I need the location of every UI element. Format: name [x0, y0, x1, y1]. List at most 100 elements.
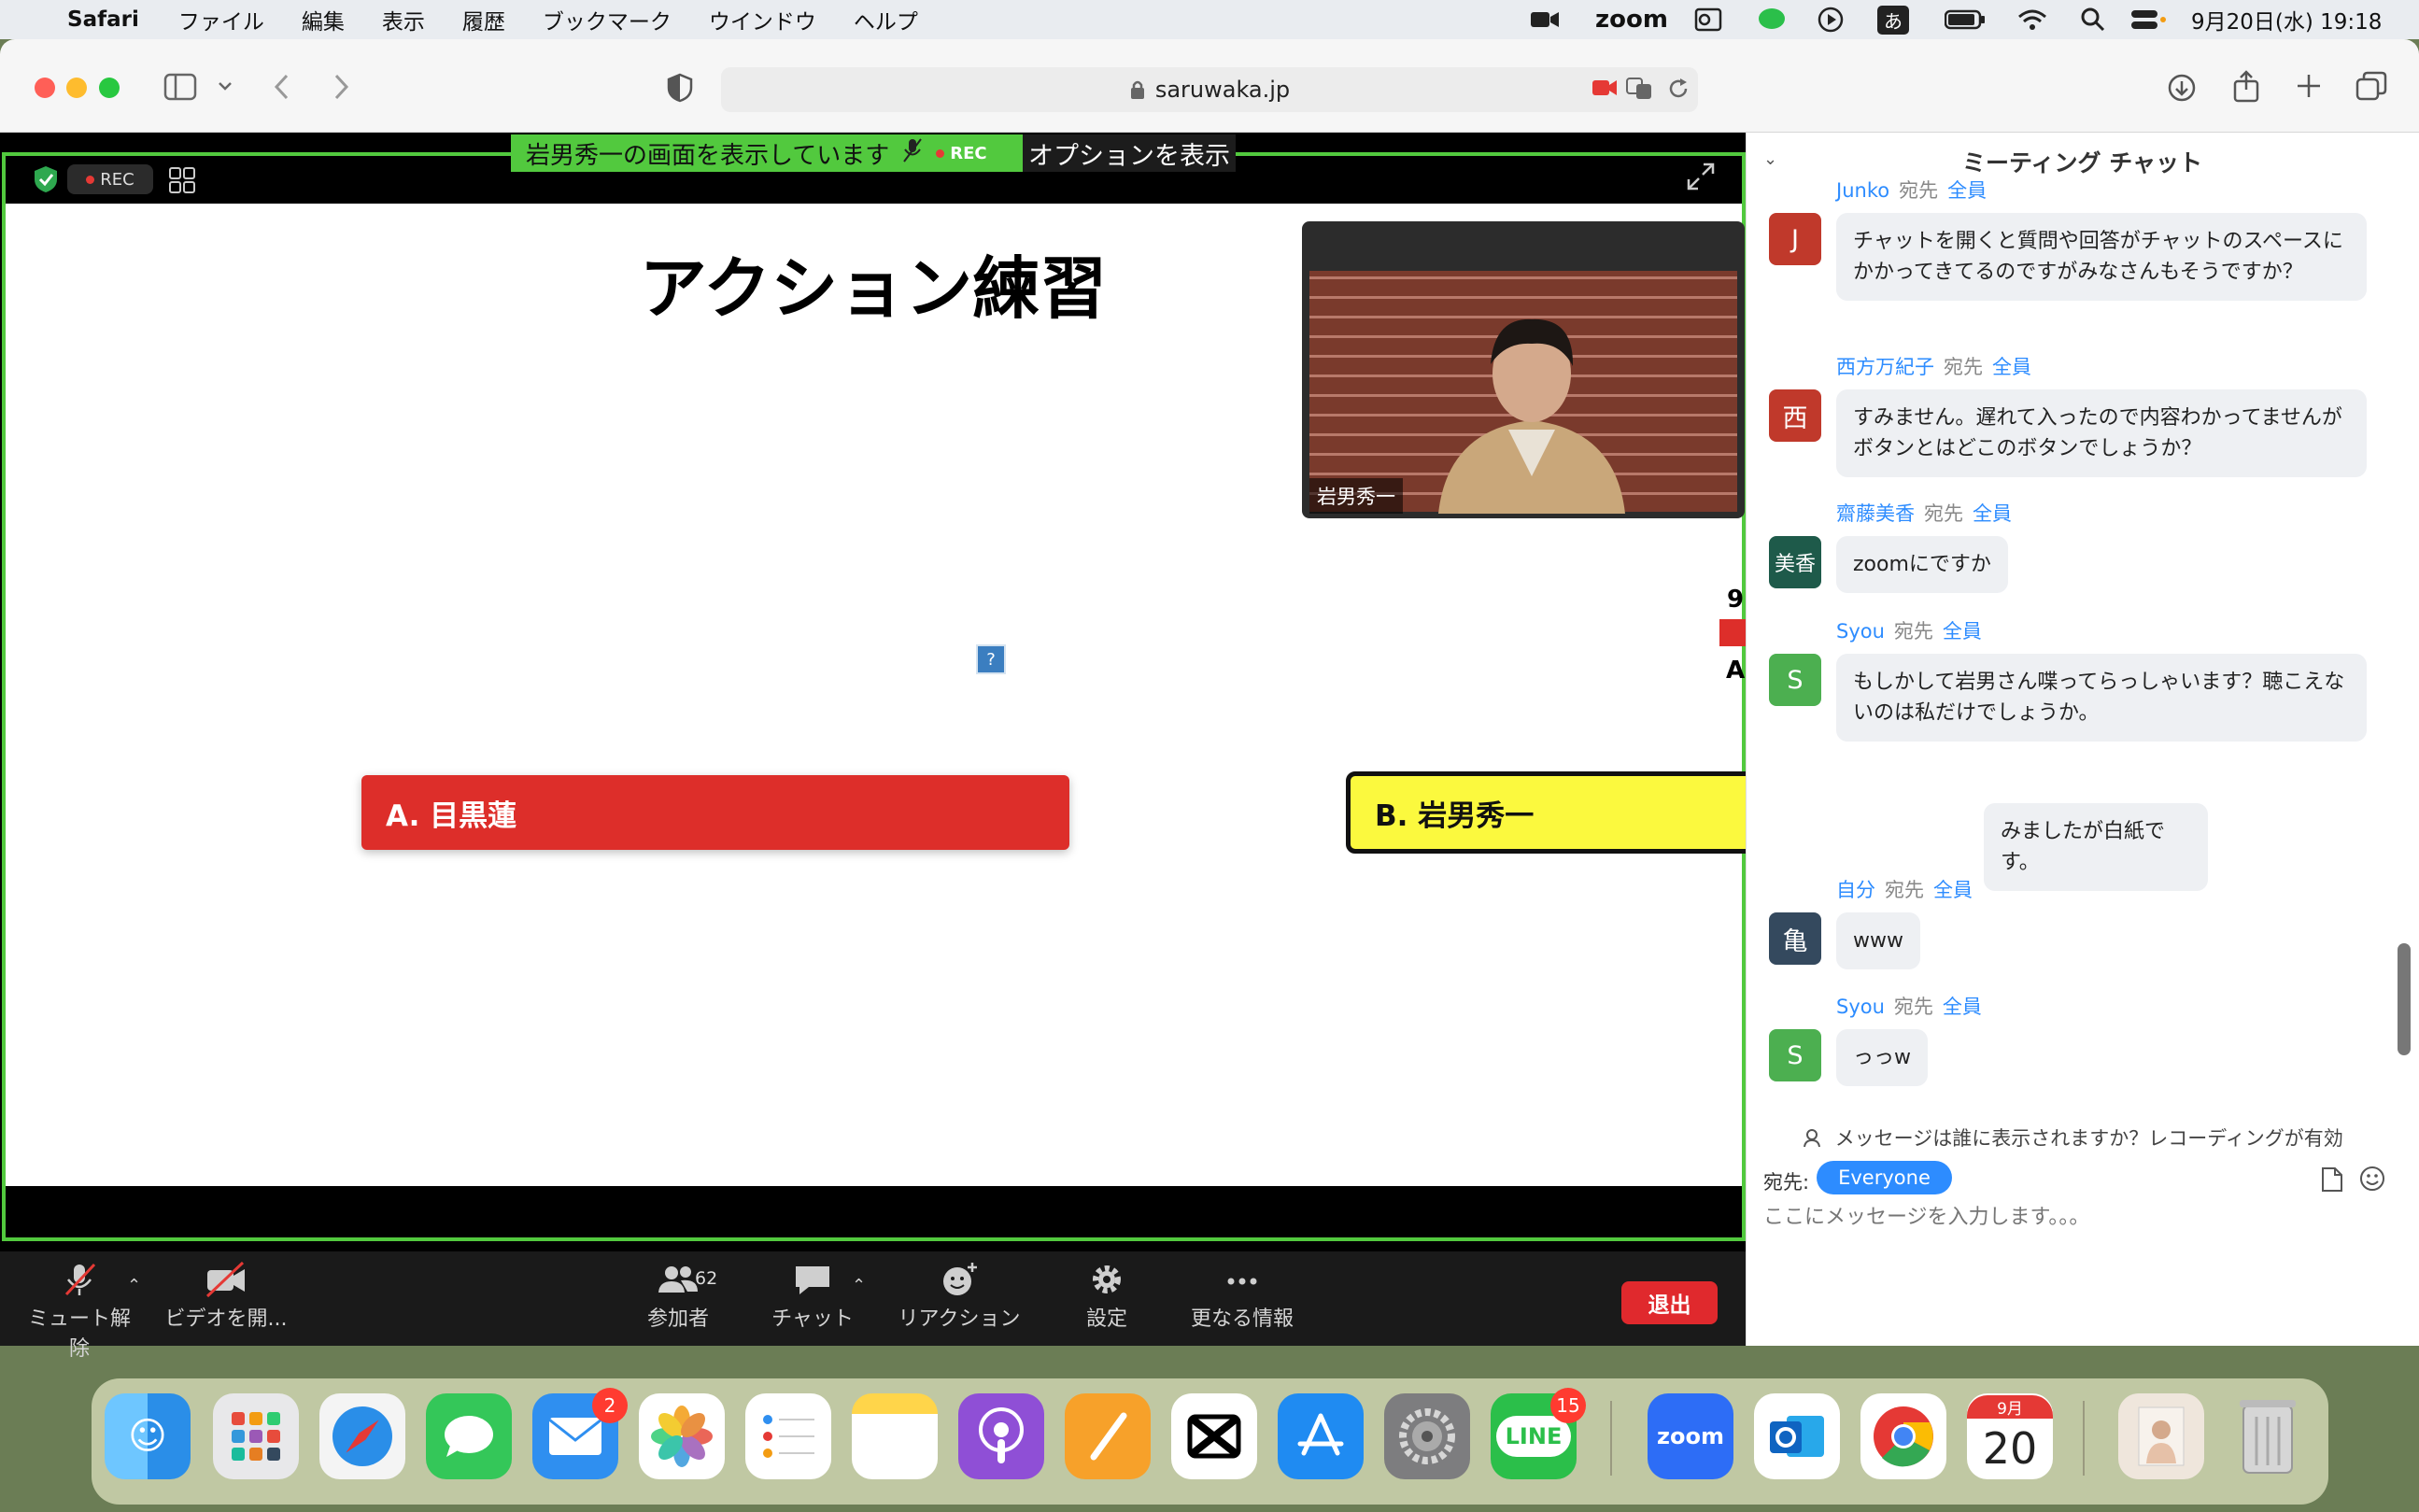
chat-sender-name[interactable]: 自分	[1836, 879, 1875, 901]
notes-icon[interactable]	[852, 1393, 938, 1479]
chat-bubble[interactable]: zoomにですか	[1836, 536, 2008, 593]
chat-sender[interactable]: Syou 宛先 全員	[1836, 992, 1982, 1020]
avatar[interactable]: S	[1769, 1029, 1821, 1081]
chat-sender[interactable]: 齋藤美香 宛先 全員	[1836, 499, 2012, 527]
menu-bookmarks[interactable]: ブックマーク	[543, 4, 672, 35]
clock[interactable]: 9月20日(水) 19:18	[2191, 0, 2382, 39]
minimize-window-button[interactable]	[66, 78, 87, 98]
chat-recipient-everyone[interactable]: 全員	[1943, 620, 1982, 643]
recording-indicator[interactable]: REC	[67, 164, 153, 194]
camera-status-icon[interactable]	[1530, 0, 1560, 39]
chat-sender-name[interactable]: Junko	[1836, 179, 1889, 202]
battery-icon[interactable]	[1945, 0, 1986, 39]
chat-recipient-everyone[interactable]: 全員	[1943, 996, 1982, 1018]
avatar[interactable]: 美香	[1769, 536, 1821, 588]
safari-icon[interactable]	[319, 1393, 405, 1479]
chat-options-chevron-icon[interactable]: ⌃	[852, 1276, 866, 1295]
forward-icon[interactable]	[330, 73, 352, 105]
chat-sender-name[interactable]: Syou	[1836, 996, 1885, 1018]
chat-bubble[interactable]: っっw	[1836, 1029, 1928, 1086]
menu-app-name[interactable]: Safari	[67, 7, 139, 32]
avatar[interactable]: 西	[1769, 389, 1821, 442]
start-video-button[interactable]: ビデオを開...	[161, 1261, 291, 1332]
address-bar[interactable]: saruwaka.jp	[721, 67, 1698, 112]
chat-recipient-everyone[interactable]: 全員	[1947, 179, 1987, 202]
new-tab-icon[interactable]	[2296, 73, 2322, 103]
avatar[interactable]: J	[1769, 213, 1821, 265]
view-options-button[interactable]: オプションを表示	[1023, 134, 1236, 172]
messages-icon[interactable]	[426, 1393, 512, 1479]
zoom-menu-icon[interactable]: zoom	[1595, 0, 1668, 39]
fullscreen-icon[interactable]	[1685, 161, 1717, 196]
chat-bubble[interactable]: チャットを開くと質問や回答がチャットのスペースにかかってきてるのですがみなさんも…	[1836, 213, 2367, 301]
trash-icon[interactable]	[2225, 1393, 2311, 1479]
app-store-icon[interactable]	[1278, 1393, 1364, 1479]
outlook-icon[interactable]	[1754, 1393, 1840, 1479]
translate-icon[interactable]	[1625, 77, 1653, 105]
reminders-icon[interactable]	[745, 1393, 831, 1479]
chat-recipient-everyone[interactable]: 全員	[1992, 356, 2031, 378]
chat-sender[interactable]: Junko 宛先 全員	[1836, 176, 1987, 204]
settings-button[interactable]: 設定	[1074, 1261, 1139, 1332]
stacked-image-icon[interactable]	[2118, 1393, 2204, 1479]
tab-group-chevron-icon[interactable]	[217, 78, 233, 97]
emoji-icon[interactable]	[2359, 1166, 2385, 1195]
menu-history[interactable]: 履歴	[462, 4, 505, 35]
chat-sender-name[interactable]: 齋藤美香	[1836, 502, 1915, 525]
file-attach-icon[interactable]	[2320, 1166, 2344, 1197]
share-icon[interactable]	[2232, 69, 2260, 106]
menu-edit[interactable]: 編集	[302, 4, 345, 35]
chat-message-input[interactable]	[1763, 1198, 2370, 1236]
spotlight-search-icon[interactable]	[2081, 0, 2105, 39]
control-center-icon[interactable]	[2129, 0, 2167, 39]
chat-sender[interactable]: 西方万紀子 宛先 全員	[1836, 352, 2031, 380]
reactions-button[interactable]: リアクション	[889, 1261, 1029, 1332]
more-button[interactable]: 更なる情報	[1186, 1261, 1298, 1332]
menu-file[interactable]: ファイル	[178, 4, 264, 35]
chat-bubble[interactable]: すみません。遅れて入ったので内容わかってませんがボタンとはどこのボタンでしょうか…	[1836, 389, 2367, 477]
leave-meeting-button[interactable]: 退出	[1621, 1281, 1718, 1324]
reload-icon[interactable]	[1666, 77, 1690, 105]
chat-recipient-everyone[interactable]: 全員	[1933, 879, 1973, 901]
avatar[interactable]: 亀	[1769, 912, 1821, 965]
menu-view[interactable]: 表示	[382, 4, 425, 35]
pages-icon[interactable]	[1065, 1393, 1151, 1479]
chat-bubble[interactable]: www	[1836, 912, 1920, 969]
audio-options-chevron-icon[interactable]: ⌃	[127, 1276, 141, 1295]
chat-bubble[interactable]: もしかして岩男さん喋ってらっしゃいます？聴こえないのは私だけでしょうか。	[1836, 654, 2367, 742]
chat-sender-name[interactable]: Syou	[1836, 620, 1885, 643]
play-menu-icon[interactable]	[1818, 0, 1844, 39]
finder-icon[interactable]: ☺	[105, 1393, 191, 1479]
launchpad-icon[interactable]	[213, 1393, 299, 1479]
outlook-menu-icon[interactable]	[1694, 0, 1722, 39]
unmute-button[interactable]: ミュート解除	[19, 1261, 140, 1362]
system-settings-icon[interactable]	[1384, 1393, 1470, 1479]
podcasts-icon[interactable]	[958, 1393, 1044, 1479]
sidebar-toggle-icon[interactable]	[163, 73, 197, 105]
chat-scrollbar[interactable]	[2398, 943, 2411, 1055]
chat-sender-name[interactable]: 西方万紀子	[1836, 356, 1934, 378]
downloads-icon[interactable]	[2167, 73, 2197, 106]
chat-sender[interactable]: Syou 宛先 全員	[1836, 616, 1982, 644]
privacy-shield-icon[interactable]	[666, 73, 694, 106]
back-icon[interactable]	[271, 73, 293, 105]
input-method-icon[interactable]: あ	[1877, 0, 1909, 39]
wifi-icon[interactable]	[2017, 0, 2047, 39]
camera-in-use-icon[interactable]	[1591, 78, 1618, 101]
line-menu-icon[interactable]	[1758, 0, 1786, 39]
zoom-window-button[interactable]	[99, 78, 120, 98]
chat-bubble[interactable]: みましたが白紙です。	[1984, 803, 2208, 891]
zoom-app-icon[interactable]: zoom	[1648, 1393, 1733, 1479]
chat-button[interactable]: チャット	[766, 1261, 859, 1332]
tab-overview-icon[interactable]	[2355, 71, 2387, 105]
security-shield-icon[interactable]	[32, 164, 60, 198]
chat-recipient-everyone[interactable]: 全員	[1973, 502, 2012, 525]
recipient-select[interactable]: Everyone	[1817, 1161, 1952, 1194]
calendar-icon[interactable]: 9月 20	[1967, 1393, 2053, 1479]
chat-privacy-note[interactable]: メッセージは誰に表示されますか？レコーディングが有効	[1803, 1123, 2400, 1152]
avatar[interactable]: S	[1769, 654, 1821, 706]
capcut-icon[interactable]	[1171, 1393, 1257, 1479]
photos-icon[interactable]	[639, 1393, 725, 1479]
gallery-view-icon[interactable]	[168, 166, 196, 198]
chrome-icon[interactable]	[1860, 1393, 1946, 1479]
